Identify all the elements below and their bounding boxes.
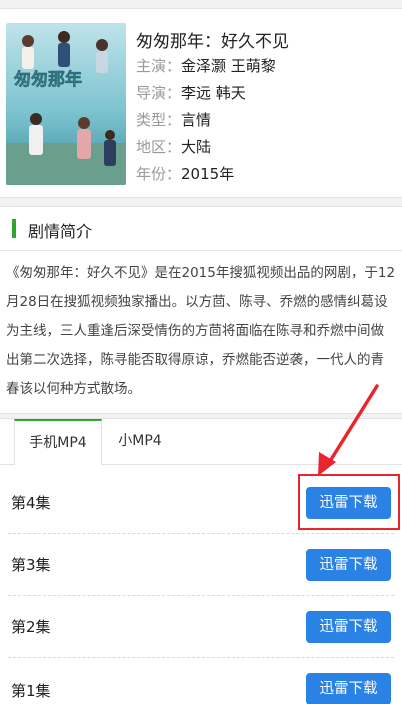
section-accent-bar xyxy=(12,219,16,238)
xunlei-download-button[interactable]: 迅雷下载 xyxy=(306,611,391,643)
episode-row: 第1集 迅雷下载 xyxy=(0,657,402,704)
meta-cast-value: 金泽灏 王萌黎 xyxy=(181,57,276,75)
app-root: 匆匆那年 匆匆那年：好久不见 主演：金泽灏 王萌黎 导演：李远 韩天 类型：言情… xyxy=(0,0,402,704)
meta-director-value: 李远 韩天 xyxy=(181,84,246,102)
meta-region-value: 大陆 xyxy=(181,138,212,156)
tab-mobile-mp4[interactable]: 手机MP4 xyxy=(14,419,102,465)
tab-small-mp4[interactable]: 小MP4 xyxy=(104,419,176,465)
show-title: 匆匆那年：好久不见 xyxy=(136,32,289,52)
meta-director-key: 导演： xyxy=(136,84,182,102)
meta-genre-value: 言情 xyxy=(181,111,212,129)
episode-row: 第4集 迅雷下载 xyxy=(0,471,402,533)
episode-list-section: 手机MP4 小MP4 第4集 迅雷下载 第3集 迅雷下载 第2集 迅雷下载 第1… xyxy=(0,418,402,704)
synopsis-heading: 剧情简介 xyxy=(28,222,93,241)
show-info-card: 匆匆那年 匆匆那年：好久不见 主演：金泽灏 王萌黎 导演：李远 韩天 类型：言情… xyxy=(0,8,402,198)
synopsis-text: 《匆匆那年：好久不见》是在2015年搜狐视频出品的网剧，于12月28日在搜狐视频… xyxy=(6,265,396,397)
xunlei-download-button[interactable]: 迅雷下载 xyxy=(306,549,391,581)
meta-region: 地区：大陆 xyxy=(136,136,211,157)
xunlei-download-button[interactable]: 迅雷下载 xyxy=(306,487,391,519)
meta-genre: 类型：言情 xyxy=(136,109,211,130)
show-poster-image: 匆匆那年 xyxy=(6,23,126,185)
episode-label: 第3集 xyxy=(11,556,51,574)
meta-region-key: 地区： xyxy=(136,138,182,156)
meta-year-value: 2015年 xyxy=(181,165,235,183)
meta-genre-key: 类型： xyxy=(136,111,182,129)
episode-row: 第3集 迅雷下载 xyxy=(0,533,402,595)
meta-cast-key: 主演： xyxy=(136,57,182,75)
synopsis-card: 剧情简介 《匆匆那年：好久不见》是在2015年搜狐视频出品的网剧，于12月28日… xyxy=(0,206,402,414)
episode-label: 第2集 xyxy=(11,618,51,636)
poster-art: 匆匆那年 xyxy=(6,23,126,185)
active-tab-gap xyxy=(15,464,101,465)
meta-year-key: 年份： xyxy=(136,165,182,183)
meta-director: 导演：李远 韩天 xyxy=(136,82,246,103)
svg-text:匆匆那年: 匆匆那年 xyxy=(13,69,82,90)
synopsis-header: 剧情简介 xyxy=(0,207,402,251)
episode-label: 第4集 xyxy=(11,494,51,512)
meta-cast: 主演：金泽灏 王萌黎 xyxy=(136,55,276,76)
episode-label: 第1集 xyxy=(11,682,51,700)
meta-year: 年份：2015年 xyxy=(136,163,234,184)
episode-row: 第2集 迅雷下载 xyxy=(0,595,402,657)
xunlei-download-button[interactable]: 迅雷下载 xyxy=(306,673,391,704)
